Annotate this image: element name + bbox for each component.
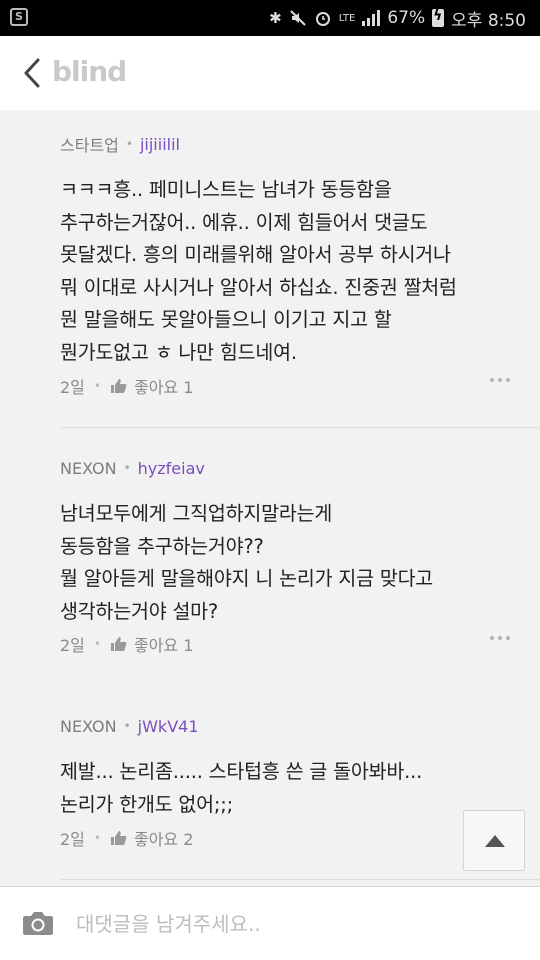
comment-list[interactable]: 스타트업 • jijiiilil ㅋㅋㅋ흥.. 페미니스트는 남녀가 동등함을 … — [0, 110, 540, 886]
comment-time: 2일 — [60, 830, 85, 849]
arrow-up-icon — [485, 835, 505, 847]
comment-item: NEXON • hyzfeiav 남녀모두에게 그직업하지말라는게 동등함을 추… — [60, 458, 512, 628]
reply-input[interactable] — [76, 907, 516, 941]
status-bar: S ✱ LTE 67% 오후 8:50 — [0, 0, 540, 36]
alarm-icon — [315, 12, 330, 26]
comment-item: NEXON • jWkV41 제발... 논리좀..... 스타텁흥 쓴 글 돌… — [60, 716, 512, 821]
separator-dot: • — [93, 379, 101, 393]
bluetooth-icon: ✱ — [269, 9, 282, 27]
thumbs-up-icon[interactable] — [110, 830, 127, 846]
comment-meta: NEXON • hyzfeiav — [60, 458, 512, 478]
more-options-icon[interactable] — [490, 636, 510, 640]
scroll-to-top-button[interactable] — [463, 810, 525, 871]
nickname-link[interactable]: jijiiilil — [140, 135, 180, 154]
comment-actions: 2일 • 좋아요 2 — [60, 826, 512, 850]
like-button[interactable]: 좋아요 1 — [134, 374, 193, 398]
comment-meta: NEXON • jWkV41 — [60, 716, 512, 736]
nickname-link[interactable]: hyzfeiav — [138, 459, 205, 478]
comment-body: 제발... 논리좀..... 스타텁흥 쓴 글 돌아봐바... 논리가 한개도 … — [60, 760, 423, 816]
comment-time: 2일 — [60, 636, 85, 655]
blind-logo[interactable]: blind — [52, 55, 127, 88]
thumbs-up-icon[interactable] — [110, 636, 127, 652]
comment-time: 2일 — [60, 378, 85, 397]
separator-dot: • — [125, 137, 133, 151]
back-arrow-icon[interactable] — [20, 56, 48, 90]
reply-bar — [0, 886, 540, 960]
company-label: NEXON — [60, 458, 117, 478]
nickname-link[interactable]: jWkV41 — [138, 717, 199, 736]
comment-actions: 2일 • 좋아요 1 — [60, 374, 512, 398]
separator-dot: • — [93, 831, 101, 845]
sim-icon: S — [10, 8, 28, 26]
comment-item: 스타트업 • jijiiilil ㅋㅋㅋ흥.. 페미니스트는 남녀가 동등함을 … — [60, 134, 512, 369]
camera-icon[interactable] — [22, 909, 54, 937]
separator-dot: • — [123, 719, 131, 733]
lte-icon: LTE — [338, 12, 356, 24]
divider — [60, 427, 540, 428]
battery-percent: 67% — [387, 8, 426, 28]
battery-charging-icon — [432, 8, 445, 27]
comment-body: 남녀모두에게 그직업하지말라는게 동등함을 추구하는거야?? 뭘 알아듣게 말을… — [60, 502, 434, 623]
comment-body: ㅋㅋㅋ흥.. 페미니스트는 남녀가 동등함을 추구하는거잖어.. 에휴.. 이제… — [60, 178, 457, 364]
mute-icon — [290, 10, 306, 26]
signal-icon — [362, 10, 381, 26]
divider — [60, 879, 540, 880]
separator-dot: • — [93, 637, 101, 651]
like-button[interactable]: 좋아요 2 — [134, 826, 193, 850]
separator-dot: • — [123, 461, 131, 475]
like-button[interactable]: 좋아요 1 — [134, 632, 193, 656]
thumbs-up-icon[interactable] — [110, 378, 127, 394]
company-label: 스타트업 — [60, 136, 119, 155]
comment-meta: 스타트업 • jijiiilil — [60, 134, 512, 156]
clock: 오후 8:50 — [451, 10, 526, 31]
company-label: NEXON — [60, 716, 117, 736]
more-options-icon[interactable] — [490, 378, 510, 382]
comment-actions: 2일 • 좋아요 1 — [60, 632, 512, 656]
app-header: blind — [0, 36, 540, 110]
